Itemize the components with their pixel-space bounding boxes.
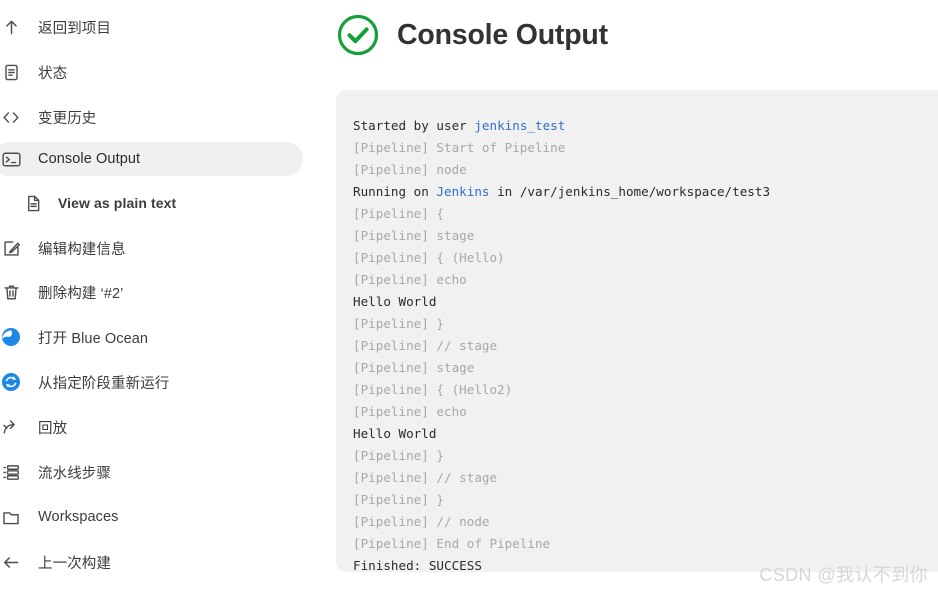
- console-log-text: [Pipeline] { (Hello): [353, 250, 505, 265]
- main-content: Console Output Started by user jenkins_t…: [320, 0, 938, 595]
- console-log[interactable]: Started by user jenkins_test [Pipeline] S…: [353, 115, 938, 572]
- console-log-text: [Pipeline] End of Pipeline: [353, 536, 550, 551]
- sidebar-item-6[interactable]: 删除构建 ‘#2’: [0, 275, 303, 309]
- sidebar-item-10[interactable]: 流水线步骤: [0, 455, 303, 489]
- console-output-panel: Started by user jenkins_test [Pipeline] S…: [336, 90, 938, 572]
- console-log-line: [Pipeline] End of Pipeline: [353, 533, 938, 555]
- console-log-line: Hello World: [353, 291, 938, 313]
- console-log-text: [Pipeline] {: [353, 206, 444, 221]
- watermark: CSDN @我认不到你: [759, 561, 928, 587]
- code-icon: [0, 106, 24, 128]
- console-log-text: [Pipeline] echo: [353, 404, 467, 419]
- folder-icon: [0, 506, 24, 528]
- sidebar-item-label: 从指定阶段重新运行: [38, 372, 169, 393]
- document-icon: [0, 61, 24, 83]
- console-log-text: [Pipeline] // node: [353, 514, 489, 529]
- console-log-text: [Pipeline] }: [353, 448, 444, 463]
- sidebar-item-label: 状态: [38, 62, 67, 83]
- console-log-text: Finished: SUCCESS: [353, 558, 482, 572]
- pipeline-steps-icon: [0, 461, 24, 483]
- sidebar-item-label: 流水线步骤: [38, 462, 111, 483]
- sidebar-item-9[interactable]: 回放: [0, 410, 303, 444]
- console-log-text: [Pipeline] // stage: [353, 338, 497, 353]
- console-log-link[interactable]: Jenkins: [436, 184, 489, 199]
- replay-icon: [0, 416, 24, 438]
- console-log-line: [Pipeline] // stage: [353, 335, 938, 357]
- sidebar-item-label: 变更历史: [38, 107, 96, 128]
- sidebar-item-1[interactable]: 状态: [0, 55, 303, 89]
- sidebar-item-label: 上一次构建: [38, 552, 111, 573]
- terminal-icon: [0, 148, 24, 170]
- console-log-text: Hello World: [353, 294, 436, 309]
- console-log-line: [Pipeline] // stage: [353, 467, 938, 489]
- sidebar-item-label: 回放: [38, 417, 67, 438]
- sidebar-item-8[interactable]: 从指定阶段重新运行: [0, 365, 303, 399]
- sidebar-item-label: 删除构建 ‘#2’: [38, 282, 124, 303]
- console-log-text: Hello World: [353, 426, 436, 441]
- console-log-line: Hello World: [353, 423, 938, 445]
- console-log-text: [Pipeline] // stage: [353, 470, 497, 485]
- sidebar-item-label: View as plain text: [58, 195, 176, 211]
- console-log-text: in /var/jenkins_home/workspace/test3: [489, 184, 770, 199]
- console-log-line: [Pipeline] }: [353, 489, 938, 511]
- console-log-text: [Pipeline] echo: [353, 272, 467, 287]
- console-log-line: [Pipeline] { (Hello2): [353, 379, 938, 401]
- arrow-up-icon: [0, 16, 24, 38]
- build-sidebar: 返回到项目状态变更历史 Console Output View as plain t…: [0, 0, 320, 595]
- sidebar-item-5[interactable]: 编辑构建信息: [0, 231, 303, 265]
- console-log-text: Started by user: [353, 118, 474, 133]
- sidebar-item-label: 打开 Blue Ocean: [38, 327, 148, 348]
- success-check-icon: [336, 13, 380, 57]
- console-log-line: [Pipeline] node: [353, 159, 938, 181]
- console-log-text: [Pipeline] }: [353, 316, 444, 331]
- console-log-line: [Pipeline] echo: [353, 269, 938, 291]
- console-log-line: [Pipeline] echo: [353, 401, 938, 423]
- console-log-text: [Pipeline] stage: [353, 228, 474, 243]
- page-header: Console Output: [336, 10, 608, 60]
- sidebar-item-7[interactable]: 打开 Blue Ocean: [0, 320, 303, 354]
- restart-stage-icon: [0, 371, 24, 393]
- sidebar-item-2[interactable]: 变更历史: [0, 100, 303, 134]
- plain-text-icon: [20, 192, 46, 214]
- sidebar-item-3[interactable]: Console Output: [0, 142, 303, 176]
- sidebar-item-label: Workspaces: [38, 509, 119, 525]
- page-title: Console Output: [397, 19, 608, 52]
- console-log-text: Running on: [353, 184, 436, 199]
- edit-icon: [0, 237, 24, 259]
- sidebar-item-label: 编辑构建信息: [38, 238, 126, 259]
- console-log-line: [Pipeline] { (Hello): [353, 247, 938, 269]
- sidebar-item-4[interactable]: View as plain text: [14, 186, 304, 220]
- sidebar-item-0[interactable]: 返回到项目: [0, 10, 303, 44]
- console-log-line: [Pipeline] {: [353, 203, 938, 225]
- sidebar-item-11[interactable]: Workspaces: [0, 500, 303, 534]
- console-log-text: [Pipeline] { (Hello2): [353, 382, 512, 397]
- console-log-line: [Pipeline] }: [353, 313, 938, 335]
- console-log-line: [Pipeline] Start of Pipeline: [353, 137, 938, 159]
- console-log-text: [Pipeline] stage: [353, 360, 474, 375]
- sidebar-item-12[interactable]: 上一次构建: [0, 545, 303, 579]
- trash-icon: [0, 281, 24, 303]
- console-log-line: [Pipeline] }: [353, 445, 938, 467]
- console-log-line: Running on Jenkins in /var/jenkins_home/…: [353, 181, 938, 203]
- sidebar-item-label: 返回到项目: [38, 17, 111, 38]
- console-log-text: [Pipeline] }: [353, 492, 444, 507]
- arrow-left-icon: [0, 551, 24, 573]
- blue-ocean-icon: [0, 326, 24, 348]
- console-log-text: [Pipeline] Start of Pipeline: [353, 140, 565, 155]
- console-log-line: [Pipeline] stage: [353, 225, 938, 247]
- jenkins-build-page: 返回到项目状态变更历史 Console Output View as plain t…: [0, 0, 938, 595]
- console-log-line: Started by user jenkins_test: [353, 115, 938, 137]
- console-log-link[interactable]: jenkins_test: [474, 118, 565, 133]
- console-log-text: [Pipeline] node: [353, 162, 467, 177]
- sidebar-item-label: Console Output: [38, 151, 140, 167]
- console-log-line: [Pipeline] stage: [353, 357, 938, 379]
- console-log-line: [Pipeline] // node: [353, 511, 938, 533]
